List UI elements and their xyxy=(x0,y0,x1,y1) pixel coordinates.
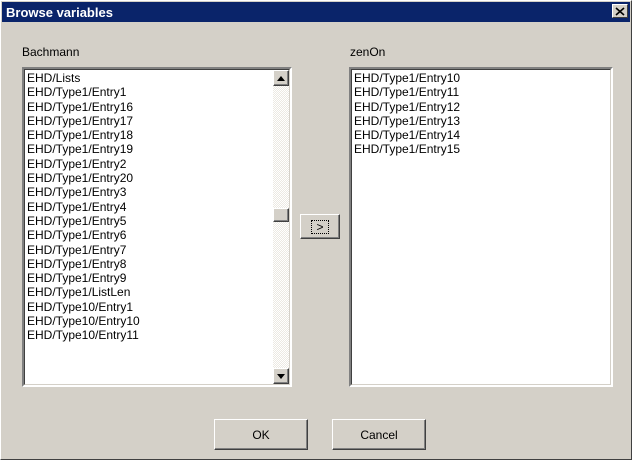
list-item[interactable]: EHD/Type1/Entry9 xyxy=(27,271,272,285)
title-bar[interactable]: Browse variables xyxy=(2,2,630,22)
browse-variables-dialog: Browse variables Bachmann zenOn EHD/List… xyxy=(0,0,632,460)
list-item[interactable]: EHD/Type1/ListLen xyxy=(27,285,272,299)
list-item[interactable]: EHD/Type10/Entry11 xyxy=(27,328,272,342)
list-item[interactable]: EHD/Type1/Entry19 xyxy=(27,142,272,156)
list-item[interactable]: EHD/Type1/Entry10 xyxy=(354,71,611,85)
list-item[interactable]: EHD/Type10/Entry1 xyxy=(27,300,272,314)
move-button-label: > xyxy=(311,219,329,234)
close-button[interactable] xyxy=(612,4,628,18)
scroll-thumb[interactable] xyxy=(273,208,289,222)
arrow-up-icon xyxy=(277,75,285,81)
list-item[interactable]: EHD/Type1/Entry11 xyxy=(354,85,611,99)
bachmann-items: EHD/Lists EHD/Type1/Entry1 EHD/Type1/Entry… xyxy=(27,71,272,343)
list-item[interactable]: EHD/Type1/Entry6 xyxy=(27,228,272,242)
window-title: Browse variables xyxy=(6,5,113,20)
bachmann-variable-list[interactable]: EHD/Lists EHD/Type1/Entry1 EHD/Type1/Entry… xyxy=(22,67,292,387)
move-right-button[interactable]: > xyxy=(300,214,340,239)
list-item[interactable]: EHD/Type1/Entry12 xyxy=(354,100,611,114)
list-item[interactable]: EHD/Type1/Entry1 xyxy=(27,85,272,99)
cancel-button[interactable]: Cancel xyxy=(332,419,426,450)
list-item[interactable]: EHD/Lists xyxy=(27,71,272,85)
list-item[interactable]: EHD/Type1/Entry16 xyxy=(27,100,272,114)
list-item[interactable]: EHD/Type1/Entry3 xyxy=(27,185,272,199)
list-item[interactable]: EHD/Type1/Entry7 xyxy=(27,243,272,257)
zenon-variable-list[interactable]: EHD/Type1/Entry10 EHD/Type1/Entry11 EHD/Ty… xyxy=(349,67,613,387)
zenon-label: zenOn xyxy=(350,45,386,59)
list-item[interactable]: EHD/Type10/Entry10 xyxy=(27,314,272,328)
scroll-down-button[interactable] xyxy=(273,368,289,384)
list-item[interactable]: EHD/Type1/Entry20 xyxy=(27,171,272,185)
list-item[interactable]: EHD/Type1/Entry4 xyxy=(27,200,272,214)
scroll-up-button[interactable] xyxy=(273,70,289,86)
list-item[interactable]: EHD/Type1/Entry8 xyxy=(27,257,272,271)
list-item[interactable]: EHD/Type1/Entry17 xyxy=(27,114,272,128)
list-item[interactable]: EHD/Type1/Entry2 xyxy=(27,157,272,171)
list-item[interactable]: EHD/Type1/Entry15 xyxy=(354,142,611,156)
zenon-items: EHD/Type1/Entry10 EHD/Type1/Entry11 EHD/Ty… xyxy=(354,71,611,157)
bachmann-label: Bachmann xyxy=(22,45,80,59)
list-item[interactable]: EHD/Type1/Entry14 xyxy=(354,128,611,142)
list-item[interactable]: EHD/Type1/Entry18 xyxy=(27,128,272,142)
vertical-scrollbar[interactable] xyxy=(273,70,289,384)
close-icon xyxy=(615,6,625,16)
list-item[interactable]: EHD/Type1/Entry5 xyxy=(27,214,272,228)
list-item[interactable]: EHD/Type1/Entry13 xyxy=(354,114,611,128)
arrow-down-icon xyxy=(277,373,285,379)
ok-button[interactable]: OK xyxy=(214,419,308,450)
